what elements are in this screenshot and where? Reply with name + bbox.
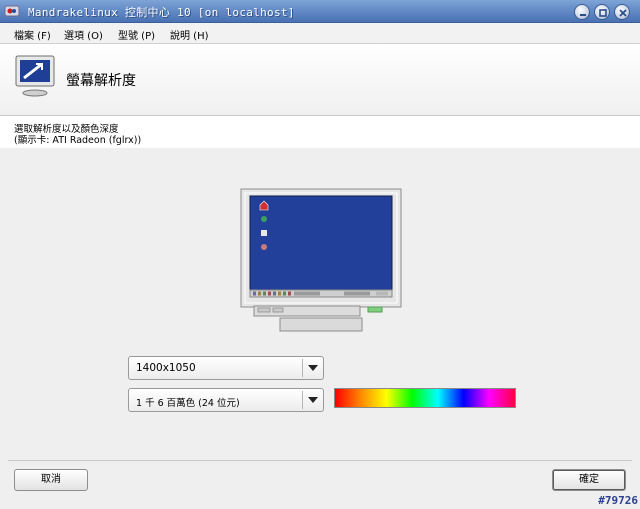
page-header: 螢幕解析度: [0, 44, 640, 116]
close-icon: [619, 9, 627, 17]
resolution-value: 1400x1050: [136, 362, 196, 374]
image-id-label: #79726: [598, 494, 638, 507]
menu-options[interactable]: 選項 (O): [64, 27, 103, 42]
page-title: 螢幕解析度: [66, 73, 136, 89]
maximize-button[interactable]: [594, 4, 610, 20]
dropdown-separator: [302, 391, 303, 409]
monitor-resolution-icon: [15, 55, 55, 97]
menu-file[interactable]: 檔案 (F): [14, 27, 51, 42]
color-spectrum-preview: [334, 388, 516, 408]
menu-profiles[interactable]: 型號 (P): [118, 27, 155, 42]
window-title: Mandrakelinux 控制中心 10 [on localhost]: [28, 6, 295, 19]
cancel-button[interactable]: 取消: [14, 469, 88, 491]
chevron-down-icon: [308, 397, 318, 403]
title-bar[interactable]: Mandrakelinux 控制中心 10 [on localhost]: [0, 0, 640, 23]
menu-help[interactable]: 說明 (H): [170, 27, 209, 42]
color-depth-value: 1 千 6 百萬色 (24 位元): [136, 398, 240, 409]
graphics-card-info: (顯示卡: ATI Radeon (fglrx)): [14, 135, 142, 146]
dropdown-separator: [302, 359, 303, 377]
close-button[interactable]: [614, 4, 630, 20]
monitor-preview: [240, 188, 402, 332]
description: 選取解析度以及顏色深度 (顯示卡: ATI Radeon (fglrx)): [14, 124, 141, 146]
description-text: 選取解析度以及顏色深度: [14, 124, 119, 135]
ok-button[interactable]: 確定: [552, 469, 626, 491]
content-area: 1400x1050 1 千 6 百萬色 (24 位元) 取消 確定 #79726: [0, 148, 640, 509]
maximize-icon: [599, 9, 607, 17]
minimize-button[interactable]: [574, 4, 590, 20]
button-divider: [8, 460, 632, 461]
minimize-icon: [580, 14, 586, 16]
menu-bar: 檔案 (F) 選項 (O) 型號 (P) 說明 (H): [0, 23, 640, 44]
mandrake-star-icon: [4, 5, 20, 17]
color-depth-dropdown[interactable]: 1 千 6 百萬色 (24 位元): [128, 388, 324, 412]
resolution-dropdown[interactable]: 1400x1050: [128, 356, 324, 380]
chevron-down-icon: [308, 365, 318, 371]
